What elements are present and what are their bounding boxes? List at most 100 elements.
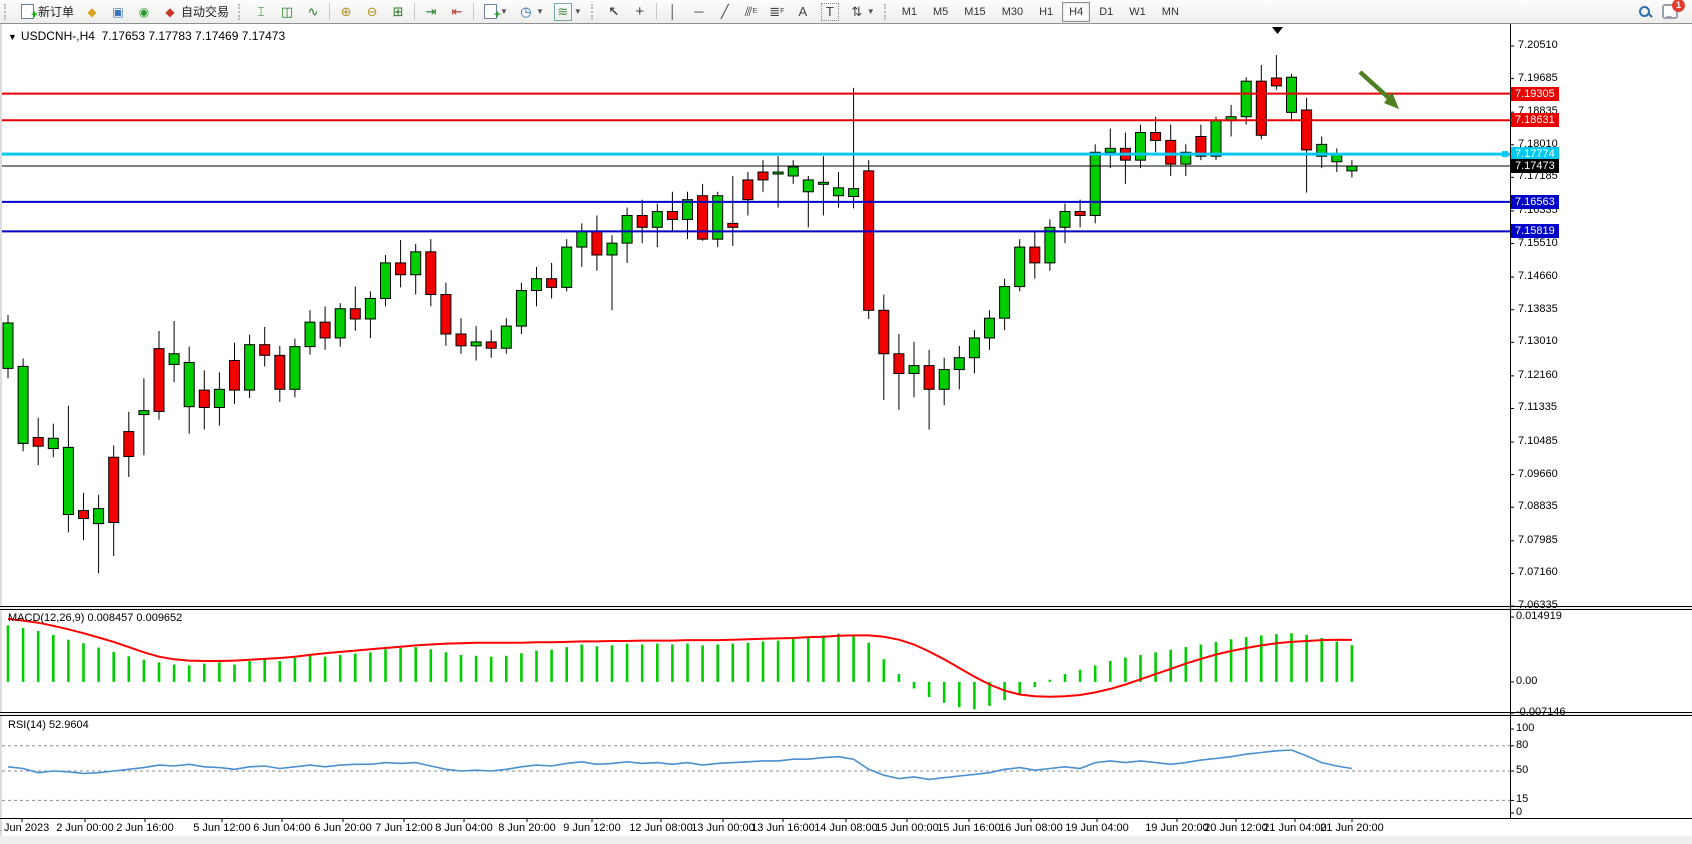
time-axis-label: 13 Jun 16:00 xyxy=(751,822,815,834)
fibonacci-button[interactable]: ≣F xyxy=(765,1,789,23)
channel-icon: ⫻E xyxy=(743,4,759,20)
toolbar-grip[interactable] xyxy=(4,4,11,20)
bar-chart-button[interactable]: ⌶ xyxy=(249,1,273,23)
candle-body xyxy=(773,172,783,174)
line-chart-icon: ∿ xyxy=(305,4,321,20)
timeframe-button-w1[interactable]: W1 xyxy=(1122,2,1153,22)
mt4-window: 新订单 ◆ ▣ ◉ ◆ 自动交易 ⌶ ◫ ∿ ⊕ ⊖ ⊞ ⇥ ⇤ ▼ ◷▼ ≋▼… xyxy=(0,0,1692,844)
zoom-out-icon: ⊖ xyxy=(364,4,380,20)
price-axis-label: 7.13835 xyxy=(1518,303,1558,315)
toolbar-grip[interactable] xyxy=(884,4,891,20)
time-axis-label: 21 Jun 20:00 xyxy=(1320,822,1384,834)
candle-body xyxy=(214,389,224,407)
notifications-button[interactable]: 1 xyxy=(1658,1,1682,23)
search-icon xyxy=(1638,5,1652,19)
hline-button[interactable]: ─ xyxy=(687,1,711,23)
price-tag-7.15819[interactable]: 7.15819 xyxy=(1511,224,1559,238)
search-button[interactable] xyxy=(1634,1,1656,23)
timeframe-button-h4[interactable]: H4 xyxy=(1062,2,1090,22)
candle-body xyxy=(969,338,979,358)
candle-body xyxy=(184,362,194,406)
symbol-title: USDCNH-,H4 xyxy=(21,29,95,43)
timeframe-button-h1[interactable]: H1 xyxy=(1032,2,1060,22)
price-tag-7.16563[interactable]: 7.16563 xyxy=(1511,195,1559,209)
period-button[interactable]: ◷▼ xyxy=(514,1,548,23)
price-tag-7.18631[interactable]: 7.18631 xyxy=(1511,113,1559,127)
crosshair-button[interactable]: + xyxy=(628,1,652,23)
channel-button[interactable]: ⫻E xyxy=(739,1,763,23)
chevron-down-icon: ▼ xyxy=(574,7,582,16)
collapse-triangle-icon[interactable]: ▼ xyxy=(8,32,17,42)
candle-body xyxy=(577,231,587,247)
arrows-tool-button[interactable]: ⇅▼ xyxy=(845,1,879,23)
chart-shift-button[interactable]: ⇤ xyxy=(445,1,469,23)
timeframe-button-m1[interactable]: M1 xyxy=(895,2,924,22)
candle-body xyxy=(1347,166,1357,171)
text-label-button[interactable]: T xyxy=(817,1,843,23)
time-axis-label: 6 Jun 04:00 xyxy=(253,822,311,834)
auto-trading-button[interactable]: ◆ 自动交易 xyxy=(158,1,233,23)
signal-button[interactable]: ◉ xyxy=(132,1,156,23)
rsi-axis-label: 0 xyxy=(1516,806,1522,818)
candle-body xyxy=(33,438,43,447)
price-axis-label: 7.12160 xyxy=(1518,369,1558,381)
timeframe-button-mn[interactable]: MN xyxy=(1155,2,1186,22)
new-order-button[interactable]: 新订单 xyxy=(15,1,78,23)
signal-icon: ◉ xyxy=(136,4,152,20)
price-axis-label: 7.20510 xyxy=(1518,39,1558,51)
arrows-icon: ⇅ xyxy=(849,4,865,20)
timeframe-button-m5[interactable]: M5 xyxy=(926,2,955,22)
price-tag-7.19305[interactable]: 7.19305 xyxy=(1511,87,1559,101)
candle-body xyxy=(245,345,255,390)
timeframe-button-m30[interactable]: M30 xyxy=(995,2,1030,22)
candle-body xyxy=(1287,77,1297,112)
candle-body xyxy=(1151,133,1161,141)
price-axis-label: 7.08835 xyxy=(1518,500,1558,512)
price-axis-label: 7.14660 xyxy=(1518,270,1558,282)
line-chart-button[interactable]: ∿ xyxy=(301,1,325,23)
auto-scroll-button[interactable]: ⇥ xyxy=(419,1,443,23)
candle-body xyxy=(894,354,904,374)
timeframe-button-d1[interactable]: D1 xyxy=(1092,2,1120,22)
chart-canvas[interactable] xyxy=(0,0,1692,844)
line-handle[interactable] xyxy=(1502,151,1508,157)
time-axis-label: 15 Jun 00:00 xyxy=(875,822,939,834)
zoom-in-button[interactable]: ⊕ xyxy=(334,1,358,23)
autotrade-icon: ◆ xyxy=(162,4,178,20)
candle-body xyxy=(365,298,375,319)
candle-body xyxy=(909,366,919,374)
candle-body xyxy=(1271,78,1281,86)
candle-body xyxy=(879,310,889,353)
price-tag-7.17473[interactable]: 7.17473 xyxy=(1511,159,1559,173)
candle-body xyxy=(1302,110,1312,150)
candle-body xyxy=(381,263,391,299)
tile-windows-button[interactable]: ⊞ xyxy=(386,1,410,23)
timeframe-button-m15[interactable]: M15 xyxy=(957,2,992,22)
zoom-out-button[interactable]: ⊖ xyxy=(360,1,384,23)
candle-body xyxy=(849,189,859,197)
price-axis-label: 7.07160 xyxy=(1518,566,1558,578)
cursor-button[interactable]: ↖ xyxy=(602,1,626,23)
template-button[interactable]: ≋▼ xyxy=(550,1,586,23)
candle-body xyxy=(562,247,572,287)
macd-axis-label: 0.014919 xyxy=(1516,610,1562,622)
candle-body xyxy=(18,366,28,443)
candle-body xyxy=(260,345,270,356)
candle-chart-button[interactable]: ◫ xyxy=(275,1,299,23)
toolbar-grip[interactable] xyxy=(238,4,245,20)
brush-button[interactable]: ◆ xyxy=(80,1,104,23)
brush-icon: ◆ xyxy=(84,4,100,20)
toolbar-grip[interactable] xyxy=(591,4,598,20)
depth-button[interactable]: ▣ xyxy=(106,1,130,23)
trendline-button[interactable]: ╱ xyxy=(713,1,737,23)
candle-body xyxy=(79,511,89,519)
candle-body xyxy=(1060,212,1070,228)
time-axis-label: 2 Jun 00:00 xyxy=(56,822,114,834)
price-axis-label: 7.13010 xyxy=(1518,335,1558,347)
vline-button[interactable]: │ xyxy=(661,1,685,23)
zoom-in-icon: ⊕ xyxy=(338,4,354,20)
text-button[interactable]: A xyxy=(791,1,815,23)
candle-body xyxy=(547,279,557,288)
rsi-axis-label: 100 xyxy=(1516,722,1534,734)
new-chart-button[interactable]: ▼ xyxy=(478,1,512,23)
